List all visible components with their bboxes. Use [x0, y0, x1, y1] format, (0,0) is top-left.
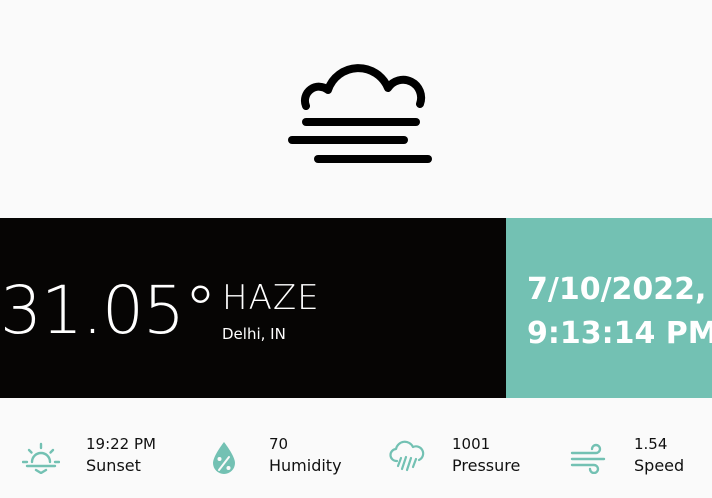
speed-label: Speed: [634, 456, 685, 475]
weather-band: 31.05° HAZE Delhi, IN 7/10/2022, 9:13:14…: [0, 218, 712, 398]
weather-condition: HAZE: [222, 278, 320, 318]
datetime-text: 7/10/2022, 9:13:14 PM: [527, 268, 712, 356]
humidity-value: 70: [269, 435, 289, 453]
location: Delhi, IN: [222, 325, 286, 343]
current-weather-panel: 31.05° HAZE Delhi, IN: [0, 218, 506, 398]
sunset-icon: [22, 442, 60, 474]
weather-stats: 19:22 PM Sunset 70 Humidity 1001 Pressur…: [0, 398, 712, 498]
haze-icon: [288, 64, 432, 163]
wind-icon: [570, 443, 606, 474]
sunset-label: Sunset: [86, 456, 141, 475]
temperature: 31.05°: [0, 272, 217, 349]
pressure-label: Pressure: [452, 456, 521, 475]
sunset-value: 19:22 PM: [86, 435, 156, 453]
humidity-label: Humidity: [269, 456, 342, 475]
pressure-icon: [389, 440, 425, 472]
speed-value: 1.54: [634, 435, 668, 453]
time: 9:13:14 PM: [527, 316, 712, 351]
humidity-icon: [213, 442, 235, 474]
pressure-value: 1001: [452, 435, 491, 453]
weather-hero: [0, 0, 712, 218]
datetime-panel: 7/10/2022, 9:13:14 PM: [506, 218, 712, 398]
date: 7/10/2022,: [527, 272, 707, 307]
